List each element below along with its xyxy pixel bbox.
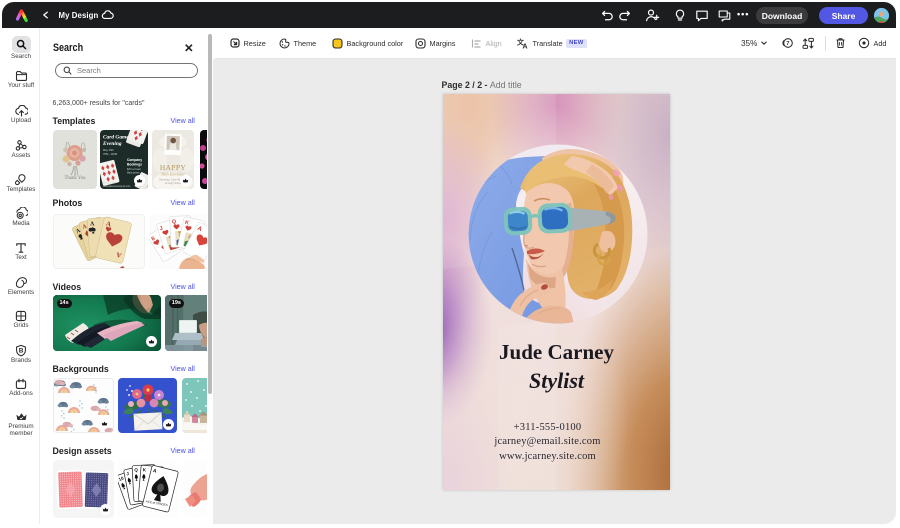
svg-text:B: B <box>19 348 24 355</box>
svg-text:Bookings: Bookings <box>127 163 142 167</box>
svg-text:Company: Company <box>127 158 142 162</box>
svg-text:Thank You: Thank You <box>64 176 86 181</box>
svg-text:Card Game: Card Game <box>103 135 129 141</box>
svg-text:7PM - 11PM: 7PM - 11PM <box>103 152 117 156</box>
svg-text:$25 per head: $25 per head <box>127 168 141 171</box>
svg-text:Evening: Evening <box>102 141 122 147</box>
svg-text:May 15th: May 15th <box>103 148 114 152</box>
svg-text:www.gameevening.sp.com: www.gameevening.sp.com <box>103 186 130 188</box>
svg-text:Book a table: Book a table <box>103 182 116 185</box>
svg-text:A: A <box>523 43 528 49</box>
svg-text:7: 7 <box>786 41 789 47</box>
